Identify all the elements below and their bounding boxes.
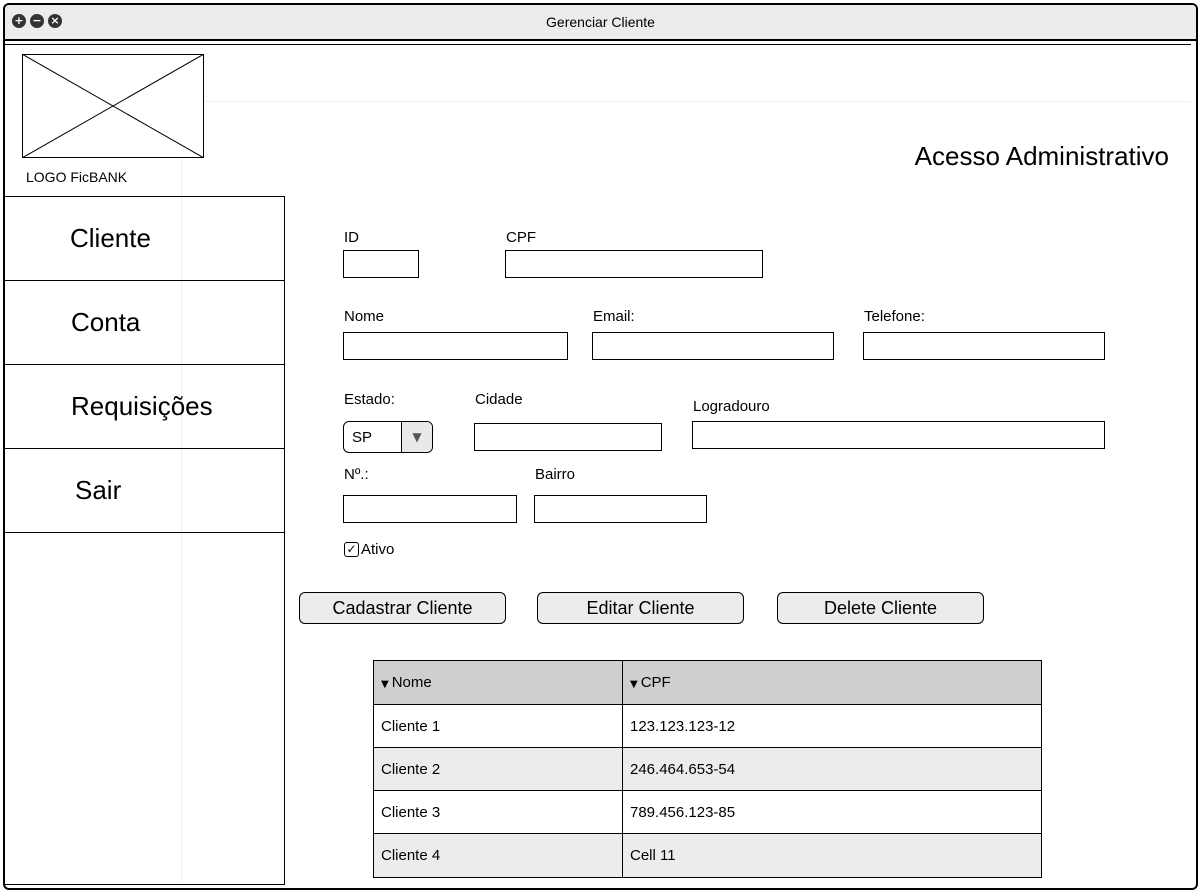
client-table: ▼ Nome ▼ CPF Cliente 1 123.123.123-12 Clie… [373,660,1042,878]
table-cell-nome: Cliente 3 [374,791,623,833]
window-title: Gerenciar Cliente [546,14,655,30]
email-label: Email: [593,308,635,325]
sidebar-item-label: Cliente [70,223,151,253]
logo-label: LOGO FicBANK [26,169,128,185]
nome-label: Nome [344,308,385,325]
nome-field[interactable] [343,332,568,360]
sort-arrow-icon: ▼ [381,679,389,690]
sidebar-item-label: Conta [71,307,141,337]
editar-cliente-button[interactable]: Editar Cliente [537,592,744,624]
estado-select[interactable]: SP ▼ [343,421,433,453]
cpf-field[interactable] [505,250,763,278]
column-header-cpf[interactable]: ▼ CPF [623,661,1041,704]
cidade-field[interactable] [474,423,662,451]
checkmark-icon: ✓ [346,542,357,556]
title-bar: + − × Gerenciar Cliente [5,5,1196,41]
email-field[interactable] [592,332,834,360]
logo-placeholder-icon [22,54,204,158]
table-row[interactable]: Cliente 3 789.456.123-85 [374,791,1041,834]
estado-selected-value: SP [352,429,373,446]
sidebar: Cliente Conta Requisições Sair [4,196,285,885]
logradouro-field[interactable] [692,421,1105,449]
estado-label: Estado: [344,391,395,408]
table-header-row: ▼ Nome ▼ CPF [374,661,1041,705]
table-cell-cpf: 789.456.123-85 [630,804,736,821]
table-row[interactable]: Cliente 2 246.464.653-54 [374,748,1041,791]
table-cell-cpf: 246.464.653-54 [630,761,736,778]
bairro-label: Bairro [535,466,576,483]
table-row[interactable]: Cliente 4 Cell 11 [374,834,1041,877]
table-cell-cpf: Cell 11 [630,847,676,864]
table-cell-cpf: 123.123.123-12 [630,718,736,735]
telefone-field[interactable] [863,332,1105,360]
logradouro-label: Logradouro [693,398,770,415]
sidebar-item-sair[interactable]: Sair [5,449,284,533]
numero-label: Nº.: [344,466,369,483]
table-cell-nome: Cliente 4 [374,834,623,877]
table-cell-nome: Cliente 2 [374,748,623,790]
page-header: LOGO FicBANK Acesso Administrativo [4,44,1191,196]
table-cell-nome: Cliente 1 [374,705,623,747]
id-label: ID [344,229,359,246]
numero-field[interactable] [343,495,517,523]
table-row[interactable]: Cliente 1 123.123.123-12 [374,705,1041,748]
ativo-label: Ativo [361,541,395,558]
chevron-down-icon[interactable]: ▼ [401,422,432,452]
sidebar-item-label: Sair [75,475,122,505]
ativo-checkbox[interactable]: ✓ [344,542,359,557]
cidade-label: Cidade [475,391,523,408]
telefone-label: Telefone: [864,308,925,325]
sidebar-item-conta[interactable]: Conta [5,281,284,365]
cpf-label: CPF [506,229,536,246]
sidebar-item-label: Requisições [71,391,213,421]
sort-arrow-icon: ▼ [630,679,638,690]
sidebar-item-requisicoes[interactable]: Requisições [5,365,284,449]
delete-cliente-button[interactable]: Delete Cliente [777,592,984,624]
column-header-nome[interactable]: ▼ Nome [374,661,623,704]
bairro-field[interactable] [534,495,707,523]
sidebar-item-cliente[interactable]: Cliente [5,197,284,281]
id-field[interactable] [343,250,419,278]
cadastrar-cliente-button[interactable]: Cadastrar Cliente [299,592,506,624]
page-title: Acesso Administrativo [914,141,1169,171]
